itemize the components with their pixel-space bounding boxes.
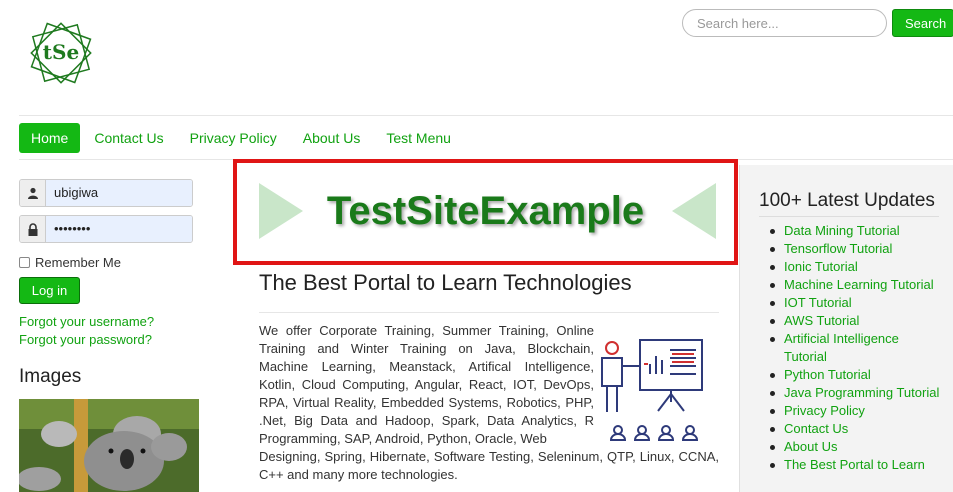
forgot-username-link[interactable]: Forgot your username? [19, 314, 154, 329]
search-input[interactable] [682, 9, 887, 37]
password-field[interactable]: •••••••• [19, 215, 193, 243]
nav-item-contact-us[interactable]: Contact Us [94, 123, 163, 153]
user-icon [20, 180, 46, 206]
update-link-privacy-policy[interactable]: Privacy Policy [770, 402, 944, 420]
username-field[interactable]: ubigiwa [19, 179, 193, 207]
remember-me-label: Remember Me [35, 255, 121, 270]
search-button[interactable]: Search [892, 9, 953, 37]
main-heading: The Best Portal to Learn Technologies [259, 270, 632, 295]
update-link-about-us[interactable]: About Us [770, 438, 944, 456]
nav-item-privacy-policy[interactable]: Privacy Policy [190, 123, 277, 153]
update-link-artificial-intelligence[interactable]: Artificial Intelligence Tutorial [770, 330, 944, 366]
update-link-contact-us[interactable]: Contact Us [770, 420, 944, 438]
update-link-java-programming[interactable]: Java Programming Tutorial [770, 384, 944, 402]
presenter-illustration [601, 339, 703, 441]
update-link-python[interactable]: Python Tutorial [770, 366, 944, 384]
nav-divider-top [19, 115, 953, 116]
site-banner: TestSiteExample [233, 159, 738, 265]
banner-title: TestSiteExample [326, 189, 645, 233]
update-link-iot[interactable]: IOT Tutorial [770, 294, 944, 312]
remember-me[interactable]: Remember Me [19, 255, 121, 270]
play-left-icon [672, 183, 716, 239]
username-value[interactable]: ubigiwa [46, 180, 192, 206]
update-link-machine-learning[interactable]: Machine Learning Tutorial [770, 276, 944, 294]
login-button[interactable]: Log in [19, 277, 80, 304]
updates-list: Data Mining Tutorial Tensorflow Tutorial… [770, 222, 944, 474]
updates-heading: 100+ Latest Updates [759, 190, 935, 211]
update-link-ionic[interactable]: Ionic Tutorial [770, 258, 944, 276]
main-divider [259, 312, 719, 313]
updates-divider [759, 216, 939, 217]
nav-item-test-menu[interactable]: Test Menu [386, 123, 451, 153]
site-logo[interactable]: tSe [26, 18, 96, 88]
update-link-best-portal[interactable]: The Best Portal to Learn [770, 456, 944, 474]
logo-text: tSe [43, 40, 79, 64]
nav-item-about-us[interactable]: About Us [303, 123, 361, 153]
remember-me-checkbox[interactable] [19, 257, 30, 268]
nav-item-home[interactable]: Home [19, 123, 81, 153]
update-link-data-mining[interactable]: Data Mining Tutorial [770, 222, 944, 240]
koala-image[interactable] [19, 399, 199, 492]
forgot-password-link[interactable]: Forgot your password? [19, 332, 152, 347]
password-value[interactable]: •••••••• [46, 216, 192, 242]
images-heading: Images [19, 366, 82, 387]
main-nav: Home Contact Us Privacy Policy About Us … [19, 123, 477, 153]
lock-icon [20, 216, 46, 242]
intro-paragraph: We offer Corporate Training, Summer Trai… [259, 323, 594, 446]
update-link-tensorflow[interactable]: Tensorflow Tutorial [770, 240, 944, 258]
intro-paragraph-continued: Designing, Spring, Hibernate, Software T… [259, 449, 719, 482]
update-link-aws[interactable]: AWS Tutorial [770, 312, 944, 330]
